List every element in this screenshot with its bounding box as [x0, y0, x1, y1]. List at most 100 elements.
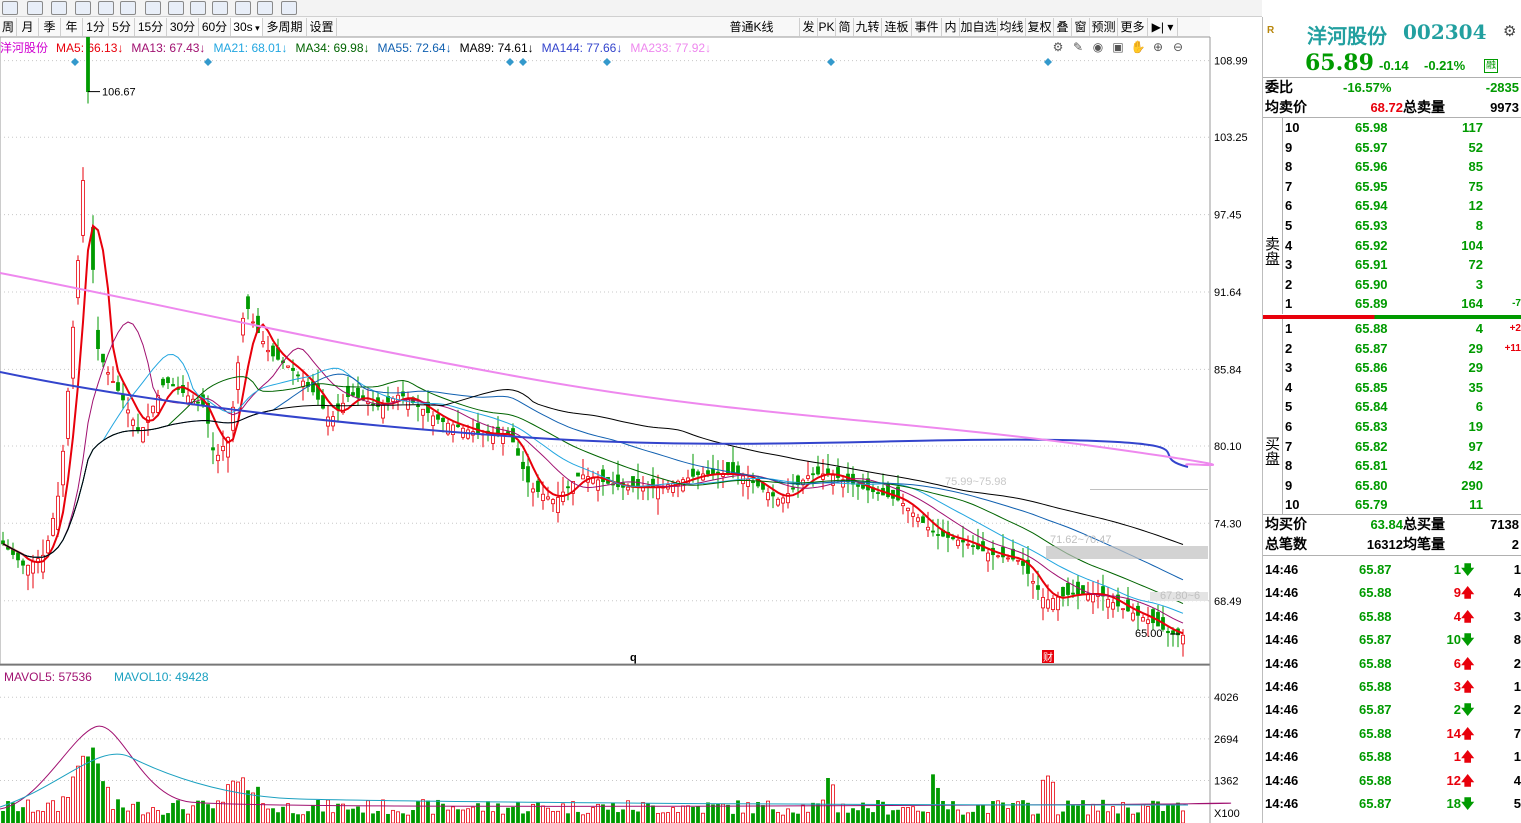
volume-bar [506, 807, 510, 823]
volume-bar [601, 804, 605, 823]
lock-icon[interactable]: 融 [1484, 59, 1498, 73]
volume-bar [716, 803, 720, 823]
candle-body [531, 488, 535, 493]
period-8[interactable]: 60分 [199, 18, 231, 36]
gear-icon[interactable]: ⚙ [1503, 22, 1516, 40]
toolbar-btn-6[interactable]: 事件 [912, 18, 942, 36]
period-0[interactable]: 周 [0, 18, 17, 36]
toolbar-btn-13[interactable]: 预测 [1090, 18, 1118, 36]
tick-volume: 1 [1453, 749, 1461, 765]
ah-icon[interactable] [190, 1, 206, 15]
period-6[interactable]: 15分 [135, 18, 167, 36]
volume-bar [1056, 814, 1060, 823]
volume-bar [986, 812, 990, 823]
forecast-icon[interactable] [257, 1, 273, 15]
hk-icon[interactable] [212, 1, 228, 15]
period-4[interactable]: 1分 [83, 18, 109, 36]
report-icon[interactable] [281, 1, 297, 15]
volume-bar [1041, 779, 1045, 823]
forward-icon[interactable]: ▶| ▾ [1148, 18, 1178, 36]
volume-bar [51, 800, 55, 823]
period-3[interactable]: 年 [61, 18, 83, 36]
period-1[interactable]: 月 [17, 18, 39, 36]
r-icon[interactable] [98, 1, 114, 15]
period-7[interactable]: 30分 [167, 18, 199, 36]
candle-body [541, 493, 545, 501]
tick-row: 14:46 65.88 6 🡅 2 [1263, 654, 1521, 674]
toolbar-btn-3[interactable]: 简 [836, 18, 854, 36]
ask-volume: 164 [1461, 296, 1483, 312]
candle-body [766, 492, 770, 501]
bid-level: 1 [1285, 321, 1293, 336]
volume-bar [171, 802, 175, 823]
trend-icon[interactable] [27, 1, 43, 15]
candle-icon[interactable] [51, 1, 67, 15]
candle-body [906, 507, 910, 512]
ask-change: -7 [1512, 298, 1521, 310]
ask-row: 5 65.93 8 [1263, 216, 1521, 236]
candle-body [1146, 619, 1150, 624]
candle-body [261, 341, 265, 345]
toolbar-btn-8[interactable]: 加自选 [960, 18, 998, 36]
chevron-down-icon[interactable]: ▾ [253, 23, 260, 33]
kline-icon[interactable] [2, 1, 18, 15]
volume-bar [76, 765, 80, 823]
candle-body [346, 385, 350, 398]
candle-body [101, 353, 105, 363]
volume-bar [806, 811, 810, 823]
home-icon[interactable] [168, 1, 184, 15]
volume-bar [996, 800, 1000, 823]
volume-bar [236, 781, 240, 823]
period-10[interactable]: 多周期 [263, 18, 307, 36]
bid-row: 5 65.84 6 [1263, 397, 1521, 417]
period-2[interactable]: 季 [39, 18, 61, 36]
stock-terminal: 周月季年 1分 5分 15分 30分 60分 30s ▾ 多周期 设置 普通K线发 PK 简九转 连板事… [0, 0, 1521, 823]
toolbar-btn-10[interactable]: 复权 [1026, 18, 1054, 36]
chart-area[interactable]: 108.99 103.25 97.45 91.64 85.84 80.10 74.30 68.… [0, 37, 1262, 823]
period-9[interactable]: 30s ▾ [231, 18, 263, 36]
line-chart-icon[interactable] [75, 1, 91, 15]
volume-bar [581, 814, 585, 823]
volume-bar [466, 808, 470, 823]
toolbar-btn-5[interactable]: 连板 [882, 18, 912, 36]
volume-bar [46, 802, 50, 823]
candle-body [516, 448, 520, 456]
tick-time: 14:46 [1265, 772, 1299, 788]
price-tick: 103.25 [1214, 132, 1248, 144]
tick-volume: 3 [1453, 679, 1461, 694]
volume-bar [181, 809, 185, 823]
toolbar-btn-14[interactable]: 更多 [1118, 18, 1148, 36]
tick-row: 14:46 65.87 18 🡇 5 [1263, 794, 1521, 814]
toolbar-btn-9[interactable]: 均线 [998, 18, 1026, 36]
us-flag-icon[interactable] [235, 1, 251, 15]
candle-body [806, 475, 810, 479]
volume-bar [1011, 803, 1015, 823]
volume-bar [741, 812, 745, 823]
toolbar-btn-0[interactable]: 普通K线 [704, 18, 800, 36]
volume-bar [11, 802, 15, 823]
arrow-up-icon: 🡅 [1461, 679, 1475, 694]
candle-body [296, 374, 300, 377]
vol-legend-0: MAVOL5: 57536 [4, 670, 92, 684]
tick-count: 1 [1513, 679, 1521, 694]
volume-bar [1141, 804, 1145, 823]
toolbar-btn-7[interactable]: 内 [942, 18, 960, 36]
zone-band [1046, 546, 1208, 559]
volume-bar [1146, 806, 1150, 823]
volume-bar [556, 810, 560, 823]
candle-body [601, 469, 605, 483]
toolbar-btn-4[interactable]: 九转 [854, 18, 882, 36]
period-5[interactable]: 5分 [109, 18, 135, 36]
volume-bar [1131, 813, 1135, 823]
toolbar-btn-12[interactable]: 窗 [1072, 18, 1090, 36]
toolbar-btn-2[interactable]: PK [818, 18, 836, 36]
volume-bar [606, 809, 610, 823]
grid-icon[interactable] [145, 1, 161, 15]
low-label: 65.00 [1135, 628, 1163, 640]
toolbar-btn-11[interactable]: 叠 [1054, 18, 1072, 36]
board-icon[interactable] [120, 1, 136, 15]
volume-bar [651, 805, 655, 823]
period-11[interactable]: 设置 [307, 18, 337, 36]
toolbar-btn-1[interactable]: 发 [800, 18, 818, 36]
volume-bar [686, 805, 690, 823]
